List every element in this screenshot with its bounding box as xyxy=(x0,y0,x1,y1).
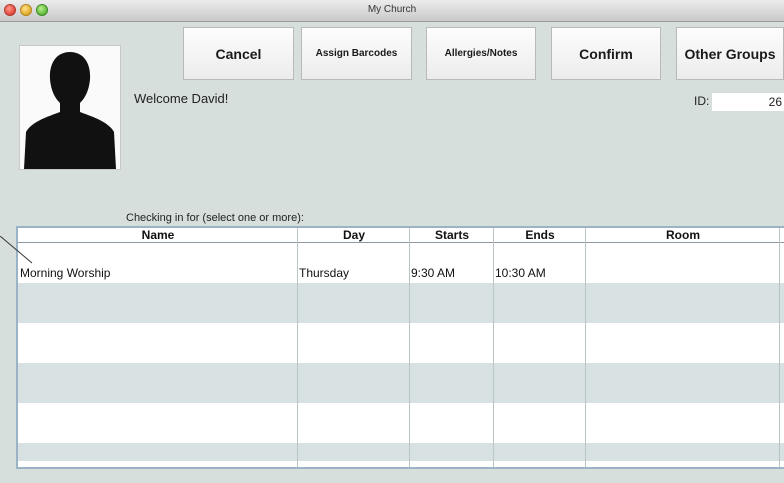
checkin-list-label: Checking in for (select one or more): xyxy=(126,212,304,224)
column-divider xyxy=(493,228,494,467)
other-groups-button[interactable]: Other Groups xyxy=(676,27,784,80)
table-row[interactable] xyxy=(18,323,784,363)
cell-starts: 9:30 AM xyxy=(411,266,456,280)
app-window: My Church Cancel Assign Barcodes Allergi… xyxy=(0,0,784,483)
table-row[interactable] xyxy=(18,363,784,403)
table-header: Name Day Starts Ends Room xyxy=(18,228,784,243)
column-divider xyxy=(779,228,780,467)
cell-day: Thursday xyxy=(299,266,350,280)
title-bar: My Church xyxy=(0,0,784,22)
column-divider xyxy=(297,228,298,467)
column-header-room[interactable]: Room xyxy=(586,228,780,242)
welcome-message: Welcome David! xyxy=(134,91,229,106)
person-silhouette-icon xyxy=(24,52,116,169)
table-row[interactable] xyxy=(18,283,784,323)
assign-barcodes-button[interactable]: Assign Barcodes xyxy=(301,27,412,80)
cancel-button[interactable]: Cancel xyxy=(183,27,294,80)
id-field[interactable] xyxy=(712,93,784,111)
column-header-day[interactable]: Day xyxy=(298,228,410,242)
table-row[interactable] xyxy=(18,443,784,461)
window-title: My Church xyxy=(367,4,417,15)
column-header-ends[interactable]: Ends xyxy=(494,228,586,242)
allergies-notes-button[interactable]: Allergies/Notes xyxy=(426,27,536,80)
column-divider xyxy=(409,228,410,467)
cell-ends: 10:30 AM xyxy=(495,266,546,280)
table-row[interactable] xyxy=(18,403,784,443)
cell-name: Morning Worship xyxy=(20,266,111,280)
member-photo xyxy=(19,45,121,170)
checkin-table[interactable]: Name Day Starts Ends Room Morning Worshi… xyxy=(16,226,784,469)
column-header-name[interactable]: Name xyxy=(18,228,298,242)
column-header-starts[interactable]: Starts xyxy=(410,228,494,242)
id-label: ID: xyxy=(694,94,710,108)
table-row[interactable]: Morning Worship Thursday 9:30 AM 10:30 A… xyxy=(18,243,784,283)
confirm-button[interactable]: Confirm xyxy=(551,27,661,80)
callout-line xyxy=(0,236,33,264)
column-divider xyxy=(585,228,586,467)
